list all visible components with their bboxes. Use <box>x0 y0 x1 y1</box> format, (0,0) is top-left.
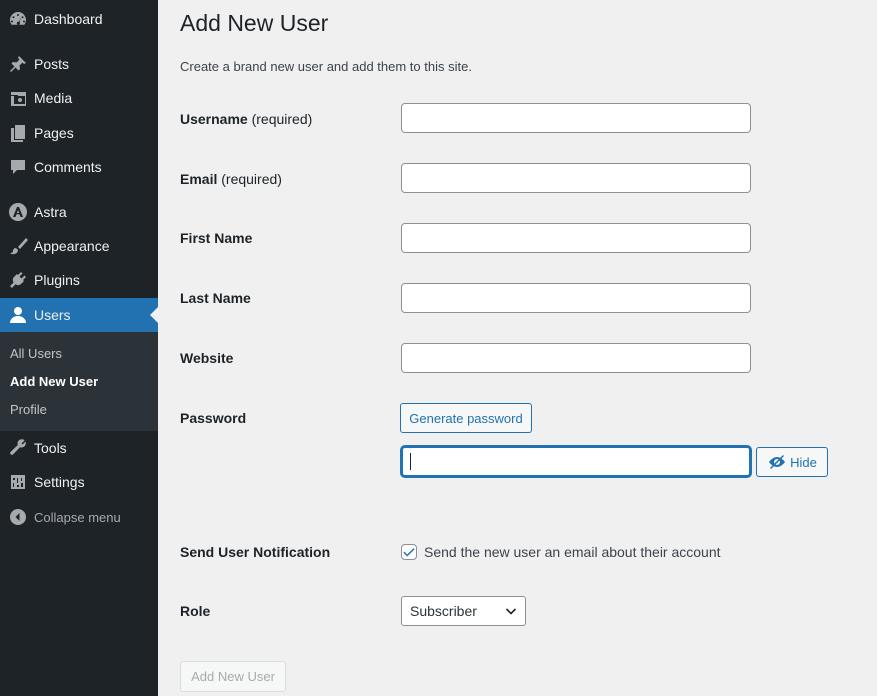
role-select[interactable]: Subscriber <box>401 596 526 626</box>
checkmark-icon <box>403 548 415 557</box>
settings-sliders-icon <box>0 472 34 492</box>
submenu-item-add-new-user[interactable]: Add New User <box>10 374 98 389</box>
sidebar-item-label: Media <box>34 90 73 106</box>
dashboard-icon <box>0 9 34 29</box>
password-input[interactable] <box>401 446 751 477</box>
notification-checkbox[interactable] <box>401 544 417 560</box>
website-label: Website <box>180 350 234 366</box>
collapse-menu-button[interactable]: Collapse menu <box>0 500 158 534</box>
pin-icon <box>0 54 34 74</box>
user-icon <box>0 305 34 325</box>
notification-text[interactable]: Send the new user an email about their a… <box>424 544 721 560</box>
first-name-label: First Name <box>180 230 253 246</box>
sidebar-item-comments[interactable]: Comments <box>0 150 158 184</box>
pages-icon <box>0 123 34 143</box>
sidebar-item-label: Dashboard <box>34 11 103 27</box>
website-input[interactable] <box>401 343 751 373</box>
sidebar-item-label: Posts <box>34 56 70 72</box>
last-name-input[interactable] <box>401 283 751 313</box>
chevron-down-icon <box>505 608 517 615</box>
notification-label: Send User Notification <box>180 544 331 560</box>
comment-icon <box>0 157 34 177</box>
hide-label: Hide <box>790 454 817 470</box>
page-title: Add New User <box>180 10 329 36</box>
email-label: Email (required) <box>180 171 282 187</box>
sidebar-item-label: Plugins <box>34 272 80 288</box>
sidebar-item-label: Astra <box>34 204 67 220</box>
last-name-label: Last Name <box>180 290 251 306</box>
main-content: Add New User Create a brand new user and… <box>158 0 877 696</box>
wrench-icon <box>0 438 34 458</box>
sidebar-item-appearance[interactable]: Appearance <box>0 229 158 263</box>
sidebar-item-pages[interactable]: Pages <box>0 116 158 150</box>
page-intro: Create a brand new user and add them to … <box>180 59 472 74</box>
sidebar-item-posts[interactable]: Posts <box>0 47 158 81</box>
paintbrush-icon <box>0 236 34 256</box>
users-submenu: All Users Add New User Profile <box>0 332 158 431</box>
role-selected-value: Subscriber <box>410 603 477 619</box>
sidebar-item-label: Settings <box>34 474 85 490</box>
hide-password-button[interactable]: Hide <box>756 447 828 477</box>
sidebar-item-plugins[interactable]: Plugins <box>0 263 158 297</box>
eye-slash-icon <box>769 455 786 469</box>
admin-sidebar: Dashboard Posts Media Pages Comments Ast… <box>0 0 158 696</box>
sidebar-item-label: Appearance <box>34 238 110 254</box>
add-new-user-button[interactable]: Add New User <box>180 661 286 692</box>
submenu-item-all-users[interactable]: All Users <box>10 346 62 361</box>
role-label: Role <box>180 603 211 619</box>
generate-password-button[interactable]: Generate password <box>400 403 532 433</box>
password-label: Password <box>180 410 247 426</box>
email-input[interactable] <box>401 163 751 193</box>
collapse-arrow-icon <box>0 507 34 527</box>
first-name-input[interactable] <box>401 223 751 253</box>
sidebar-item-media[interactable]: Media <box>0 81 158 115</box>
sidebar-item-users[interactable]: Users <box>0 298 158 332</box>
plugin-icon <box>0 270 34 290</box>
sidebar-item-tools[interactable]: Tools <box>0 431 158 465</box>
username-label: Username (required) <box>180 111 313 127</box>
sidebar-item-label: Tools <box>34 440 67 456</box>
astra-icon <box>0 202 34 222</box>
sidebar-item-dashboard[interactable]: Dashboard <box>0 2 158 36</box>
submenu-item-profile[interactable]: Profile <box>10 402 47 417</box>
sidebar-item-label: Pages <box>34 125 74 141</box>
sidebar-item-label: Users <box>34 307 71 323</box>
sidebar-item-astra[interactable]: Astra <box>0 195 158 229</box>
collapse-menu-label: Collapse menu <box>34 509 121 525</box>
media-icon <box>0 88 34 108</box>
username-input[interactable] <box>401 103 751 133</box>
text-cursor <box>410 453 411 470</box>
sidebar-item-settings[interactable]: Settings <box>0 465 158 499</box>
sidebar-item-label: Comments <box>34 159 102 175</box>
